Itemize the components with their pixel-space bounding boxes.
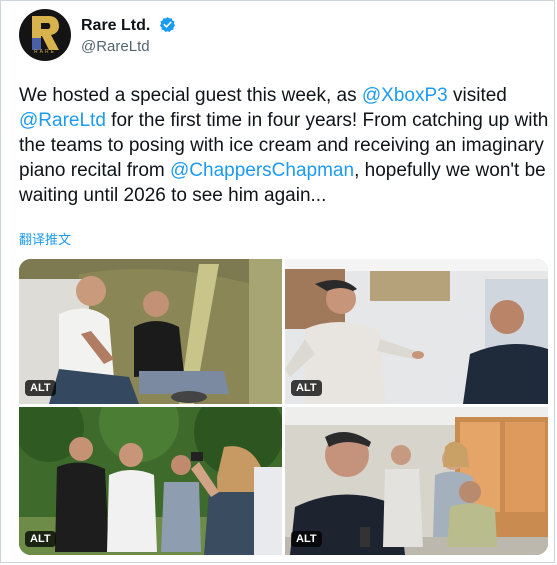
verified-badge-icon [159, 17, 175, 32]
tweet-text-segment: visited [447, 85, 507, 106]
alt-badge[interactable]: ALT [25, 380, 56, 396]
alt-badge[interactable]: ALT [291, 531, 322, 547]
mention-link[interactable]: @RareLtd [19, 110, 106, 131]
tweet-text-segment: We hosted a special guest this week, as [19, 85, 362, 106]
photo-meeting-room [285, 407, 548, 555]
tweet-text: We hosted a special guest this week, as … [19, 83, 549, 208]
photo-office-gesture [285, 259, 548, 404]
media-photo-1[interactable]: ALT [19, 259, 282, 404]
mention-link[interactable]: @XboxP3 [362, 85, 448, 106]
alt-badge[interactable]: ALT [291, 380, 322, 396]
avatar-text: RARE [34, 49, 56, 55]
avatar[interactable]: RARE [19, 9, 71, 61]
photo-group-outdoors [19, 407, 282, 555]
display-name[interactable]: Rare Ltd. [81, 17, 150, 34]
handle[interactable]: @RareLtd [81, 38, 150, 55]
alt-badge[interactable]: ALT [25, 531, 56, 547]
tweet-card: RARE Rare Ltd. @RareLtd We hosted a spec… [0, 0, 555, 563]
media-photo-4[interactable]: ALT [285, 407, 548, 555]
media-photo-2[interactable]: ALT [285, 259, 548, 404]
rare-logo-icon [32, 16, 59, 50]
media-photo-3[interactable]: ALT [19, 407, 282, 555]
translate-tweet-link[interactable]: 翻译推文 [19, 229, 71, 248]
mention-link[interactable]: @ChappersChapman [170, 160, 354, 181]
photo-seated-conversation [19, 259, 282, 404]
